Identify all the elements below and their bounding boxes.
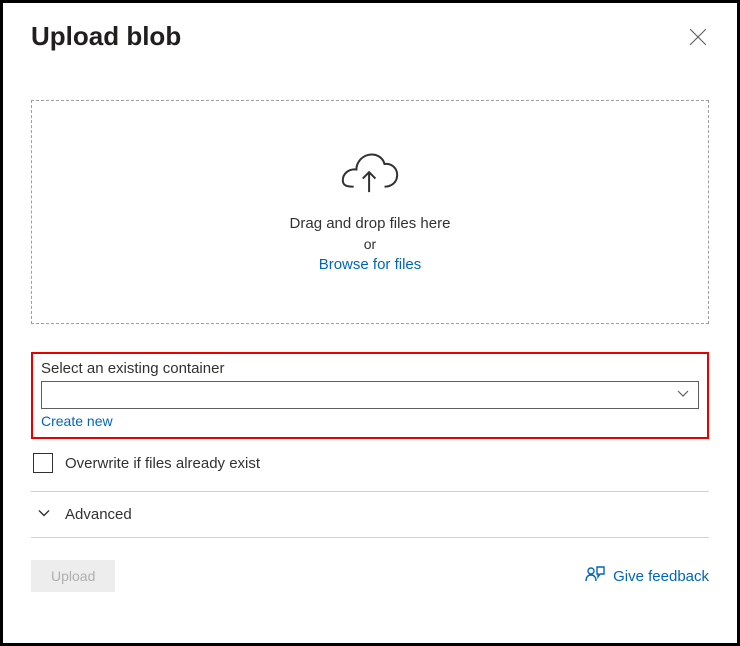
chevron-down-icon bbox=[676, 387, 690, 404]
create-new-link[interactable]: Create new bbox=[41, 413, 699, 429]
file-dropzone[interactable]: Drag and drop files here or Browse for f… bbox=[31, 100, 709, 324]
panel-title: Upload blob bbox=[31, 21, 181, 52]
container-section-highlight: Select an existing container Create new bbox=[31, 352, 709, 439]
give-feedback-link[interactable]: Give feedback bbox=[585, 564, 709, 588]
divider bbox=[31, 537, 709, 538]
overwrite-checkbox-row: Overwrite if files already exist bbox=[31, 453, 709, 473]
container-field-label: Select an existing container bbox=[41, 360, 699, 377]
close-button[interactable] bbox=[687, 27, 709, 49]
container-select[interactable] bbox=[41, 381, 699, 409]
chevron-down-icon bbox=[37, 506, 51, 523]
cloud-upload-icon bbox=[341, 152, 399, 199]
drag-drop-text: Drag and drop files here bbox=[290, 215, 451, 232]
close-icon bbox=[689, 28, 707, 49]
upload-button[interactable]: Upload bbox=[31, 560, 115, 592]
panel-footer: Upload Give feedback bbox=[31, 560, 709, 592]
overwrite-checkbox[interactable] bbox=[33, 453, 53, 473]
feedback-icon bbox=[585, 564, 605, 588]
advanced-toggle[interactable]: Advanced bbox=[31, 492, 709, 537]
browse-files-link[interactable]: Browse for files bbox=[319, 256, 422, 273]
feedback-label: Give feedback bbox=[613, 568, 709, 585]
or-text: or bbox=[364, 236, 376, 252]
panel-header: Upload blob bbox=[31, 21, 709, 52]
overwrite-label: Overwrite if files already exist bbox=[65, 455, 260, 472]
advanced-label: Advanced bbox=[65, 506, 132, 523]
upload-blob-panel: Upload blob Drag and drop files here or … bbox=[0, 0, 740, 646]
